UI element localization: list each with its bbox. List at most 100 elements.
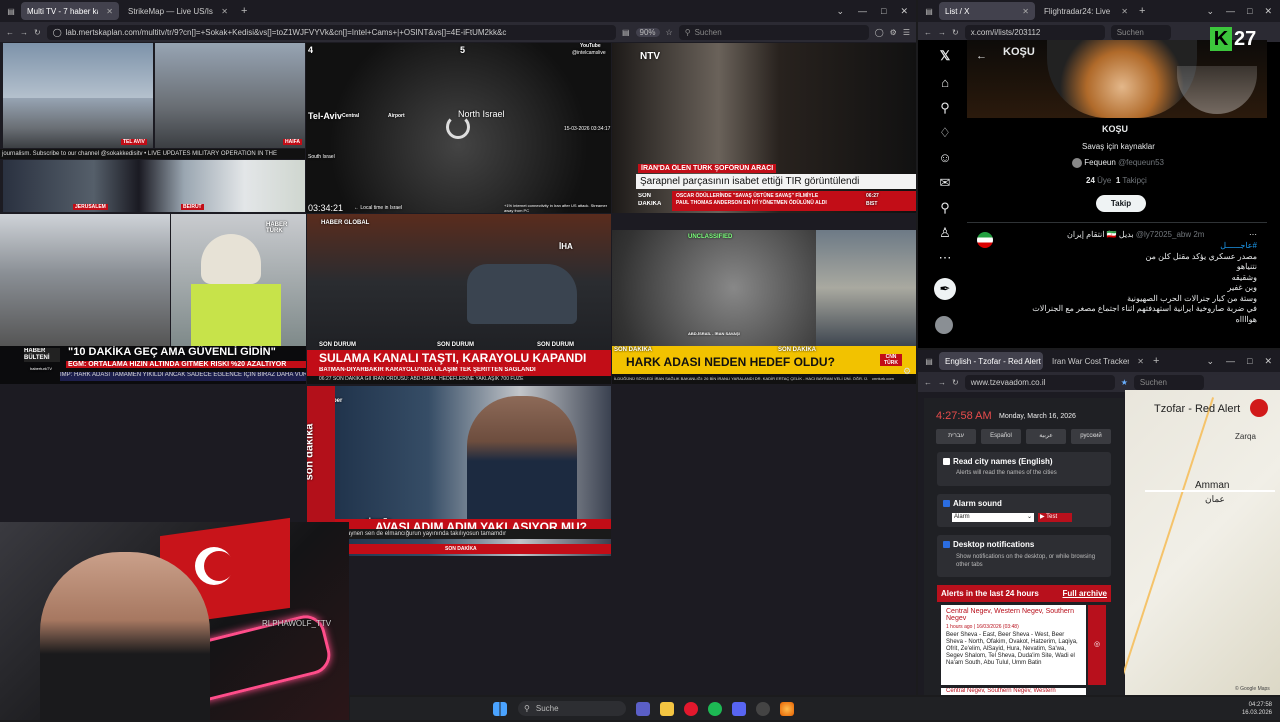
video-tile-ntv[interactable]: NTV İRAN'DA ÖLEN TÜRK ŞOFÖRÜN ARACI Şara… [612,43,916,213]
extensions-icon[interactable]: ⚙ [890,28,897,37]
lang-hebrew-button[interactable]: עברית [936,429,976,444]
obs-icon[interactable] [756,701,770,716]
url-bar[interactable]: x.com/i/lists/203112 [964,24,1105,40]
tweet-line[interactable]: #عاجــــــل [1027,241,1257,252]
reader-icon[interactable]: ▤ [622,28,630,37]
back-arrow-icon[interactable]: ← [976,50,987,62]
minimize-icon[interactable]: — [858,6,867,17]
add-user-icon[interactable]: ☺ [937,150,953,166]
clock-area[interactable]: 04:27:58 16.03.2026 [1242,701,1280,717]
close-icon[interactable]: ✕ [1121,7,1128,16]
forward-icon[interactable]: → [20,28,28,37]
mail-icon[interactable]: ✉ [937,175,953,191]
tab-multitv[interactable]: Multi TV - 7 haber kanalını aynı ✕ [21,2,119,20]
minimize-icon[interactable]: — [1226,6,1235,17]
alarm-row[interactable]: Alarm sound [943,499,1002,508]
opera-icon[interactable] [684,701,698,716]
video-tile-police[interactable]: HABER TÜRK [171,214,306,346]
lang-arabic-button[interactable]: عربية [1026,429,1066,444]
grok-icon[interactable]: ⚲ [937,200,953,216]
new-tab-icon[interactable]: + [237,5,251,17]
communities-icon[interactable]: ♙ [937,225,953,241]
video-tile-city-cams[interactable]: TEL AVIV [3,43,153,148]
video-tile-intel-cams[interactable]: 4 5 YouTube @intelcamslive Tel-Aviv Cent… [306,43,611,213]
tab-tzofar[interactable]: English - Tzofar - Red Alert✕ [939,352,1043,370]
lang-russian-button[interactable]: русский [1071,429,1111,444]
discord-icon[interactable] [732,701,746,716]
file-explorer-icon[interactable] [660,701,674,716]
video-tile-ahaber[interactable]: a haber son dakika claxoSs AVAŞI ADIM AD… [307,386,611,556]
post-button-icon[interactable]: ✒ [934,278,956,300]
checkbox[interactable] [943,458,950,466]
tab-flightradar[interactable]: Flightradar24: Live Flight Tr ✕ [1038,2,1134,20]
tab-war-cost[interactable]: Iran War Cost Tracker — Liv ✕ [1046,352,1150,370]
search-icon[interactable]: ⚲ [937,100,953,116]
tab-list-icon[interactable]: ▤ [4,7,18,16]
settings-gear-icon[interactable]: ⚙ [903,366,911,377]
avatar[interactable] [935,316,953,334]
chevron-down-icon[interactable]: ⌄ [1206,356,1214,367]
pocket-icon[interactable]: ◯ [875,28,884,37]
alarm-select[interactable]: Alarm ⌄ [952,513,1034,522]
follow-button[interactable]: Takip [1096,195,1146,212]
owner[interactable]: Fequeun @fequeun53 [1072,158,1164,168]
alert-sound-icon[interactable]: ◎ [1088,605,1106,685]
test-button[interactable]: ▶ Test [1038,513,1072,522]
reload-icon[interactable]: ↻ [34,28,41,37]
alert-map[interactable]: Zarqa Amman عمان © Google Maps [1117,390,1280,695]
tab-list-icon[interactable]: ▤ [922,7,936,16]
reload-icon[interactable]: ↻ [952,378,959,387]
search-box[interactable]: Suchen [1110,24,1171,40]
tab-x-list[interactable]: List / X ✕ [939,2,1035,20]
close-window-icon[interactable]: ✕ [1264,6,1272,17]
desktop-row[interactable]: Desktop notifications [943,540,1034,549]
reload-icon[interactable]: ↻ [952,28,959,37]
zoom-badge[interactable]: 90% [635,27,660,37]
maximize-icon[interactable]: □ [1247,6,1252,17]
video-tile-haberturk[interactable] [0,214,170,346]
back-icon[interactable]: ← [924,28,932,37]
video-tile-mosaic[interactable]: JERUSALEM BEIRUT [3,160,305,212]
maximize-icon[interactable]: □ [1247,356,1252,367]
url-bar[interactable]: ◯ lab.mertskaplan.com/multitv/tr/9?cn[]=+… [46,24,616,40]
forward-icon[interactable]: → [938,28,946,37]
checkbox[interactable] [943,500,950,508]
close-window-icon[interactable]: ✕ [900,6,908,17]
tab-list-icon[interactable]: ▤ [922,357,936,366]
taskbar-search[interactable]: ⚲ Suche [518,701,626,716]
alert-card-2[interactable]: Central Negev, Southern Negev, Western [941,688,1086,695]
alert-card[interactable]: Central Negev, Western Negev, Southern N… [941,605,1086,685]
teams-icon[interactable] [636,701,650,716]
checkbox[interactable] [943,541,950,549]
search-box[interactable]: ⚲ Suchen [678,24,869,40]
full-archive-link[interactable]: Full archive [1063,589,1107,598]
close-icon[interactable]: ✕ [106,7,113,16]
video-tile-haifa[interactable]: HAIFA [155,43,305,148]
chevron-down-icon[interactable]: ⌄ [836,6,844,17]
more-icon[interactable]: ⋯ [937,250,953,266]
close-icon[interactable]: ✕ [221,7,228,16]
menu-icon[interactable]: ☰ [903,28,910,37]
new-tab-icon[interactable]: + [1137,5,1147,17]
lang-spanish-button[interactable]: Español [981,429,1021,444]
tab-strikemap[interactable]: StrikeMap — Live US/Israel Iran ✕ [122,2,234,20]
firefox-icon[interactable] [780,701,794,716]
chevron-down-icon[interactable]: ⌄ [1206,6,1214,17]
spotify-icon[interactable] [708,701,722,716]
new-tab-icon[interactable]: + [1153,355,1159,367]
bell-icon[interactable]: ♢ [937,125,953,141]
close-window-icon[interactable]: ✕ [1264,356,1272,367]
close-icon[interactable]: ✕ [1137,357,1144,366]
home-icon[interactable]: ⌂ [937,75,953,91]
tweet[interactable]: انتقام إيران 🇮🇷 بديل @ly72025_abw 2m ⋯ #… [967,228,1267,338]
bookmark-star-icon[interactable]: ★ [1121,378,1128,387]
url-bar[interactable]: www.tzevaadom.co.il [964,374,1115,390]
minimize-icon[interactable]: — [1226,356,1235,367]
windows-start-icon[interactable] [493,701,507,716]
x-logo-icon[interactable]: 𝕏 [937,48,953,64]
read-names-row[interactable]: Read city names (English) [943,457,1053,466]
bookmark-star-icon[interactable]: ☆ [666,28,673,37]
search-box[interactable]: Suchen [1133,374,1204,390]
close-icon[interactable]: ✕ [1022,7,1029,16]
back-icon[interactable]: ← [924,378,932,387]
